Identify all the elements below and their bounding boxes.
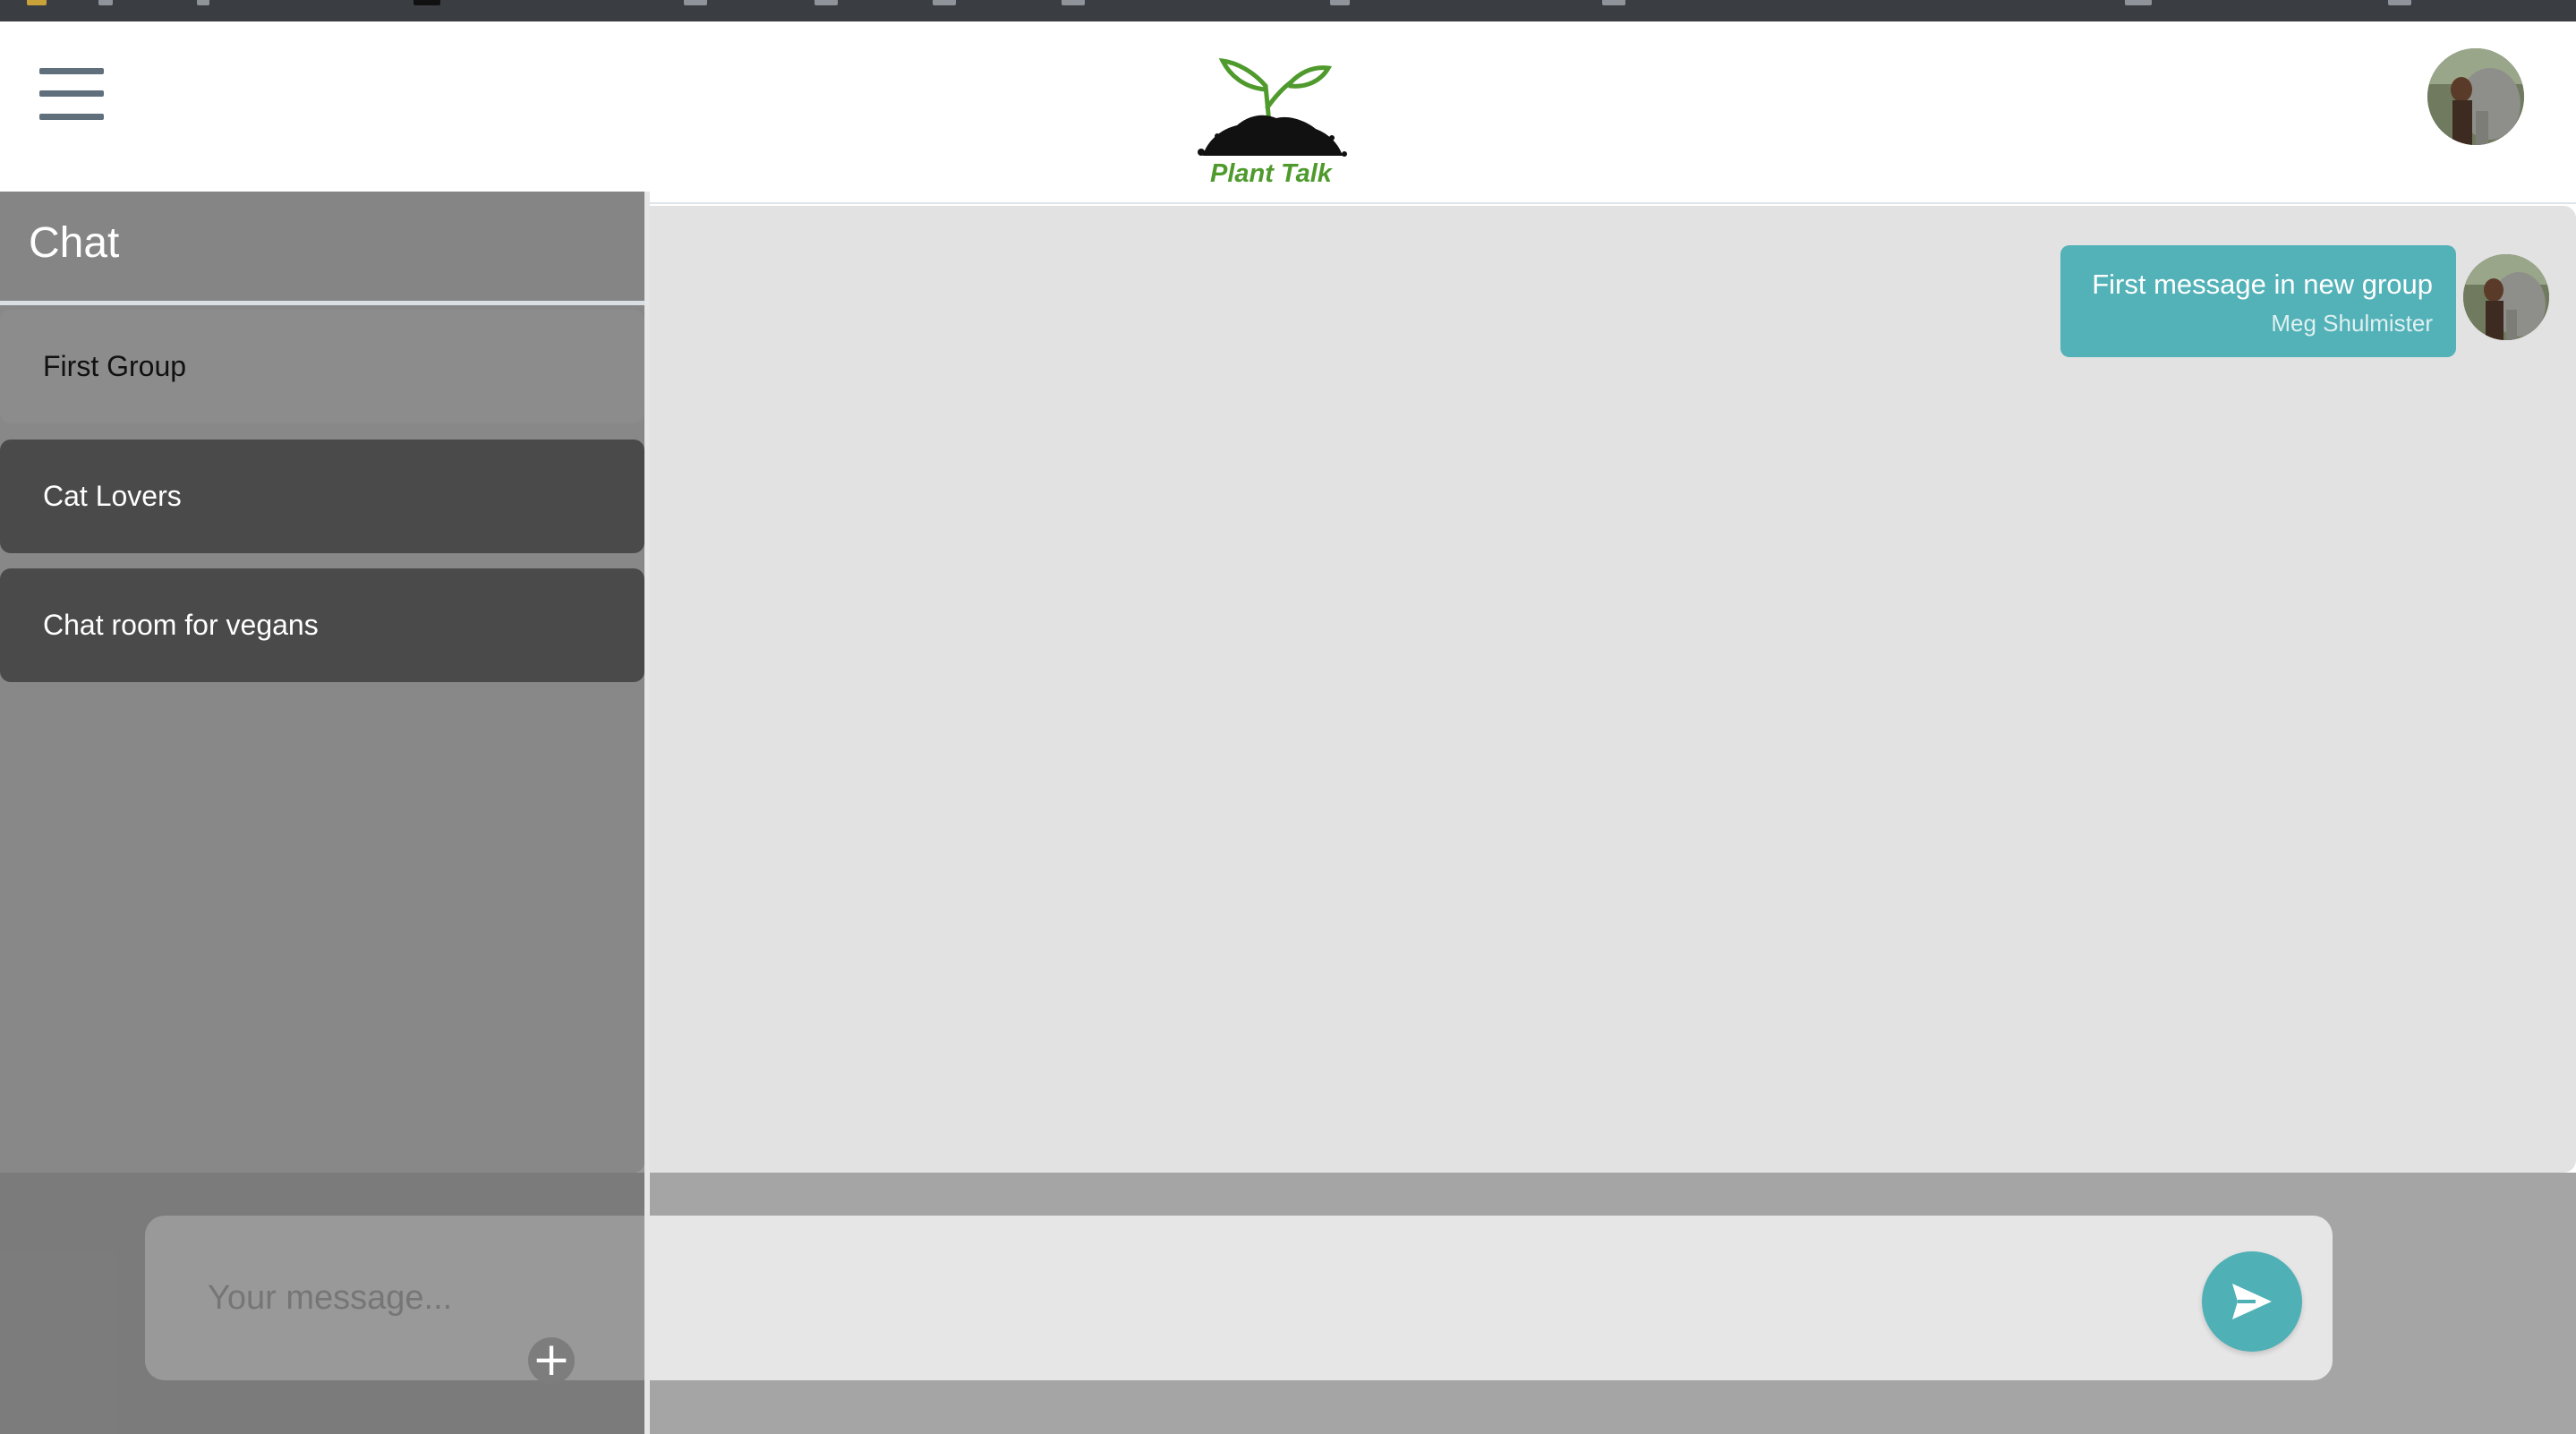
bookmark-icon[interactable]: [27, 0, 47, 5]
plant-talk-logo[interactable]: Plant Talk: [1190, 36, 1352, 197]
sprout-soil-icon: [1198, 57, 1347, 157]
chat-sidebar: Chat First Group Cat Lovers Chat room fo…: [0, 192, 644, 1173]
message-bubble[interactable]: First message in new group Meg Shulmiste…: [2060, 245, 2456, 357]
bookmark-icon[interactable]: [197, 0, 209, 5]
hamburger-menu-icon[interactable]: [39, 68, 104, 120]
chat-group-label: Chat room for vegans: [43, 609, 319, 641]
message-row: First message in new group Meg Shulmiste…: [2060, 245, 2549, 357]
bookmark-icon[interactable]: [1602, 0, 1625, 5]
user-avatar[interactable]: [2427, 48, 2524, 145]
add-button[interactable]: +: [528, 1333, 575, 1387]
bookmark-icon[interactable]: [98, 0, 113, 5]
sidebar-header: Chat: [0, 192, 644, 305]
bookmark-icon[interactable]: [2125, 0, 2152, 5]
browser-toolbar-strip: [0, 0, 2576, 21]
chat-group-item[interactable]: First Group: [0, 310, 644, 423]
bookmark-icon[interactable]: [933, 0, 956, 5]
bookmark-icon[interactable]: [2388, 0, 2411, 5]
logo-text: Plant Talk: [1210, 159, 1332, 188]
bookmark-icon[interactable]: [1062, 0, 1085, 5]
chat-group-item[interactable]: Chat room for vegans: [0, 568, 644, 682]
chat-group-label: Cat Lovers: [43, 480, 182, 512]
send-button[interactable]: [2202, 1251, 2302, 1352]
message-author: Meg Shulmister: [2271, 310, 2433, 337]
chat-group-item[interactable]: Cat Lovers: [0, 440, 644, 553]
send-icon: [2232, 1284, 2272, 1319]
message-text: First message in new group: [2092, 269, 2433, 300]
app-header: Plant Talk: [0, 21, 2576, 204]
bookmark-icon[interactable]: [815, 0, 838, 5]
message-author-avatar[interactable]: [2463, 254, 2549, 340]
bookmark-icon[interactable]: [684, 0, 707, 5]
plus-icon: +: [532, 1333, 571, 1387]
sidebar-title: Chat: [29, 219, 120, 267]
drawer-divider: [644, 192, 650, 1434]
bookmark-icon[interactable]: [1330, 0, 1350, 5]
bookmark-icon[interactable]: [414, 0, 440, 5]
chat-group-label: First Group: [43, 350, 187, 382]
